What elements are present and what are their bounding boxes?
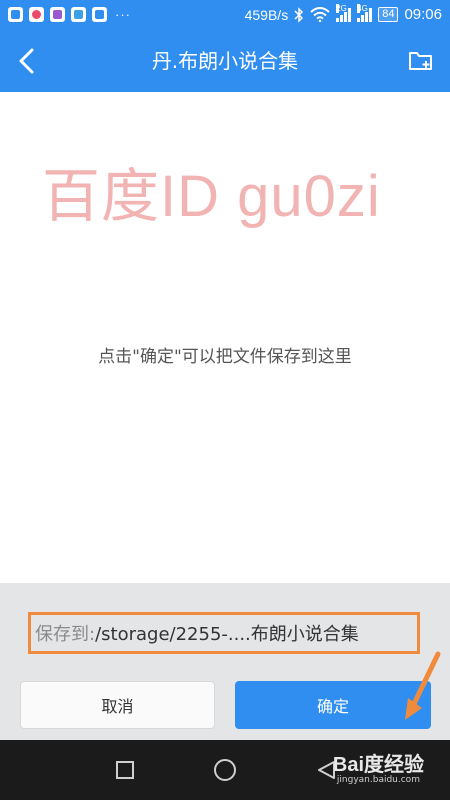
new-folder-icon: [409, 52, 432, 70]
status-bar: ··· 459B/s 2G 4G 84 09:06: [0, 0, 450, 30]
wifi-icon: [310, 7, 330, 22]
network-speed: 459B/s: [244, 6, 289, 23]
health-notification-icon: [29, 7, 44, 22]
save-panel: 保存到: /storage/2255-....布朗小说合集 取消 确定: [0, 583, 450, 740]
recents-button[interactable]: [116, 761, 134, 779]
bluetooth-icon: [294, 6, 304, 23]
brand-logo-text: Bai度经验: [332, 754, 424, 776]
notification-icons: ···: [8, 7, 131, 22]
annotation-arrow-icon: [405, 651, 441, 720]
system-nav-bar: Bai度经验 jingyan.baidu.com: [0, 740, 450, 800]
app-notification-icon: [8, 7, 23, 22]
clock: 09:06: [404, 6, 442, 23]
home-button[interactable]: [214, 759, 236, 781]
save-path: 保存到: /storage/2255-....布朗小说合集: [28, 612, 420, 654]
calendar-notification-icon: [92, 7, 107, 22]
signal-4g-tag: 4G: [357, 3, 368, 13]
baidu-jingyan-logo: Bai度经验 jingyan.baidu.com: [333, 748, 424, 785]
new-folder-button[interactable]: [408, 49, 434, 73]
chevron-left-icon: [19, 48, 34, 74]
app-bar: 丹.布朗小说合集: [0, 30, 450, 92]
signal-4g-icon: 4G: [357, 3, 373, 22]
back-button[interactable]: [10, 43, 46, 79]
page-title: 丹.布朗小说合集: [151, 49, 299, 73]
cloud-notification-icon: [71, 7, 86, 22]
save-path-value: /storage/2255-....布朗小说合集: [95, 624, 359, 645]
cancel-button[interactable]: 取消: [20, 681, 215, 729]
battery-icon: 84: [378, 7, 399, 22]
save-hint-text: 点击"确定"可以把文件保存到这里: [98, 347, 352, 367]
save-path-label: 保存到:: [35, 624, 96, 645]
brand-url: jingyan.baidu.com: [336, 775, 420, 785]
watermark-text: 百度ID gu0zi: [42, 164, 381, 229]
gallery-notification-icon: [50, 7, 65, 22]
more-notifications-icon: ···: [115, 6, 131, 22]
signal-2g-tag: 2G: [336, 3, 347, 13]
signal-2g-icon: 2G: [336, 3, 352, 22]
